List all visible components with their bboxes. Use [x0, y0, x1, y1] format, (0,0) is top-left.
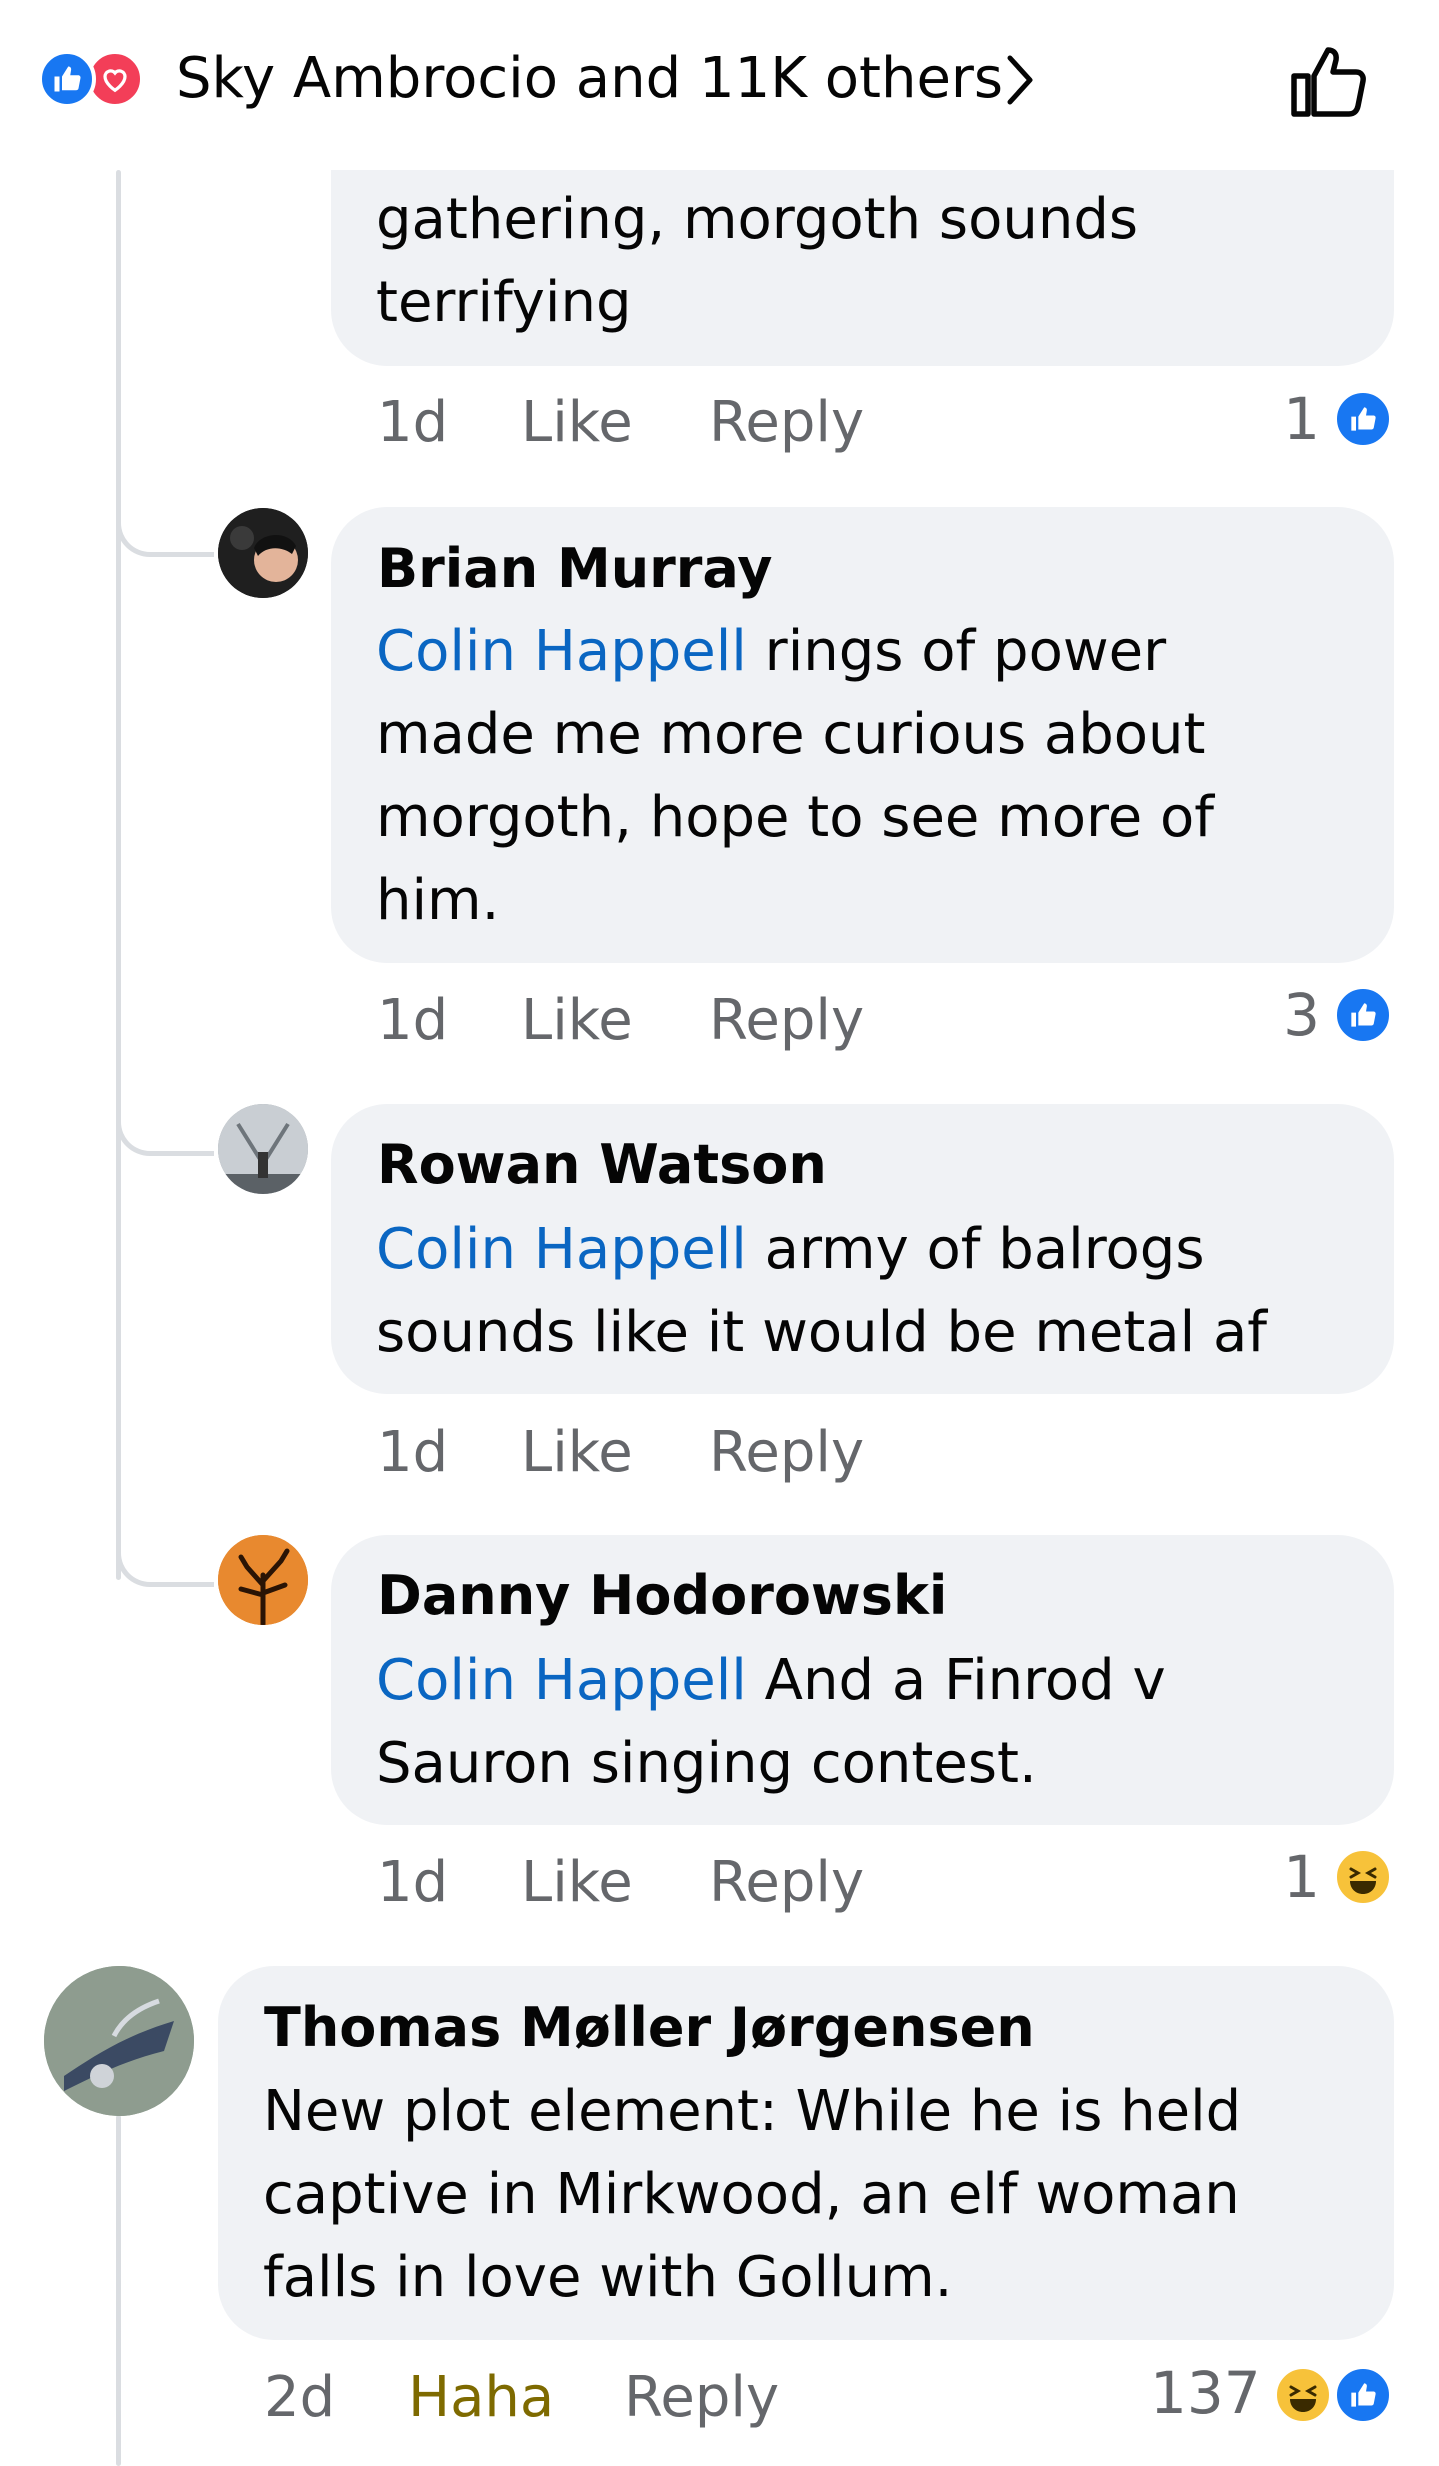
- thread-line: [116, 170, 121, 1580]
- comment-text: Colin Happell rings of power made me mor…: [376, 619, 1215, 933]
- comment-timestamp[interactable]: 1d: [377, 1418, 448, 1488]
- like-button[interactable]: Like: [521, 986, 633, 1056]
- comment-text: Colin Happell And a Finrod v Sauron sing…: [376, 1648, 1166, 1796]
- thread-connector: [116, 1096, 214, 1156]
- comment-timestamp[interactable]: 1d: [377, 1848, 448, 1918]
- comment-timestamp[interactable]: 1d: [377, 388, 448, 458]
- like-button[interactable]: Like: [521, 1848, 633, 1918]
- like-button[interactable]: Like: [521, 388, 633, 458]
- reply-button[interactable]: Reply: [709, 1418, 864, 1488]
- reactions-header: Sky Ambrocio and 11K others: [0, 0, 1439, 170]
- thread-line: [116, 2115, 121, 2466]
- comment-timestamp[interactable]: 2d: [264, 2363, 335, 2433]
- chevron-right-icon[interactable]: [1000, 48, 1040, 112]
- like-button[interactable]: Like: [521, 1418, 633, 1488]
- thread-connector: [116, 1527, 214, 1587]
- reply-button[interactable]: Reply: [709, 388, 864, 458]
- mention-link[interactable]: Colin Happell: [376, 1648, 747, 1713]
- reply-button[interactable]: Reply: [709, 1848, 864, 1918]
- haha-reaction-icon: [1334, 1848, 1392, 1906]
- reply-button[interactable]: Reply: [624, 2363, 779, 2433]
- comment-timestamp[interactable]: 1d: [377, 986, 448, 1056]
- avatar[interactable]: [44, 1966, 194, 2116]
- comment-text: Colin Happell army of balrogs sounds lik…: [376, 1217, 1267, 1365]
- mention-link[interactable]: Colin Happell: [376, 1217, 747, 1282]
- like-reaction-icon: [1334, 390, 1392, 448]
- reaction-count[interactable]: 1: [1270, 1842, 1320, 1912]
- comment-author[interactable]: Danny Hodorowski: [377, 1563, 947, 1629]
- like-reaction-icon: [1334, 986, 1392, 1044]
- haha-reaction-icon: [1274, 2366, 1332, 2424]
- reply-button[interactable]: Reply: [709, 986, 864, 1056]
- comment-author[interactable]: Rowan Watson: [377, 1132, 827, 1198]
- thread-connector: [116, 497, 214, 557]
- comment-text: New plot element: While he is held capti…: [263, 2079, 1242, 2310]
- avatar[interactable]: [218, 1535, 308, 1625]
- like-reaction-icon: [38, 50, 96, 108]
- reaction-count[interactable]: 137: [1150, 2358, 1261, 2428]
- like-reaction-icon: [1334, 2366, 1392, 2424]
- thumbs-up-outline-icon[interactable]: [1284, 36, 1374, 126]
- comment-author[interactable]: Thomas Møller Jørgensen: [264, 1995, 1035, 2061]
- reaction-count[interactable]: 1: [1270, 384, 1320, 454]
- mention-link[interactable]: Colin Happell: [376, 619, 747, 684]
- reactions-summary-link[interactable]: Sky Ambrocio and 11K others: [176, 44, 1003, 114]
- avatar[interactable]: [218, 1104, 308, 1194]
- reaction-icons[interactable]: [38, 50, 168, 110]
- avatar[interactable]: [218, 508, 308, 598]
- haha-button[interactable]: Haha: [408, 2363, 554, 2433]
- reaction-count[interactable]: 3: [1270, 980, 1320, 1050]
- comment-text: gathering, morgoth sounds terrifying: [376, 187, 1139, 335]
- comment-author[interactable]: Brian Murray: [377, 536, 772, 602]
